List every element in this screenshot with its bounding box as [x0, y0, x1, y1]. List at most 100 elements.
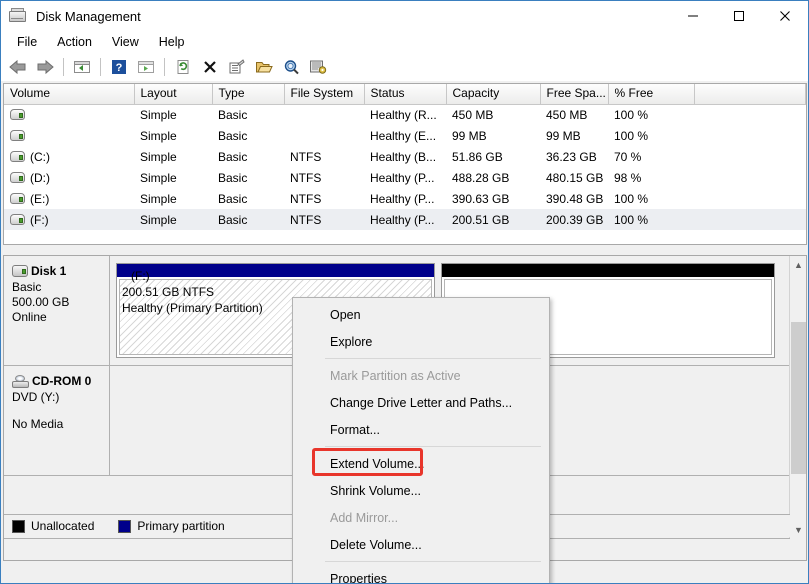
rescan-disks-icon[interactable] — [170, 55, 196, 79]
disk-header-cdrom-0[interactable]: CD-ROM 0 DVD (Y:) No Media — [4, 366, 110, 475]
legend-item-primary-partition: Primary partition — [118, 519, 224, 533]
forward-icon[interactable] — [32, 55, 58, 79]
cell-percent-free: 98 % — [608, 167, 694, 188]
disk-type: Basic — [12, 280, 109, 295]
svg-text:?: ? — [116, 62, 123, 74]
context-menu-item-explore[interactable]: Explore — [293, 328, 549, 355]
context-menu-item-properties[interactable]: Properties — [293, 565, 549, 584]
help-icon[interactable]: ? — [106, 55, 132, 79]
cell-percent-free: 100 % — [608, 125, 694, 146]
column-header-status[interactable]: Status — [364, 84, 446, 104]
cell-percent-free: 100 % — [608, 188, 694, 209]
volume-list[interactable]: Volume Layout Type File System Status Ca… — [3, 83, 807, 245]
table-row[interactable]: (C:) Simple Basic NTFS Healthy (B... 51.… — [4, 146, 806, 167]
legend-item-unallocated: Unallocated — [12, 519, 94, 533]
open-icon[interactable] — [251, 55, 277, 79]
disk-type: DVD (Y:) — [12, 390, 109, 405]
disk-header-disk-1[interactable]: Disk 1 Basic 500.00 GB Online — [4, 256, 110, 365]
table-row[interactable]: (D:) Simple Basic NTFS Healthy (P... 488… — [4, 167, 806, 188]
context-menu-item-extend-volume[interactable]: Extend Volume... — [293, 450, 549, 477]
column-header-empty[interactable] — [694, 84, 806, 104]
context-menu-item-extend-volume-label: Extend Volume... — [330, 457, 425, 471]
cell-type: Basic — [212, 104, 284, 125]
column-header-capacity[interactable]: Capacity — [446, 84, 540, 104]
delete-icon[interactable] — [197, 55, 223, 79]
cell-percent-free: 100 % — [608, 104, 694, 125]
column-header-type[interactable]: Type — [212, 84, 284, 104]
table-row[interactable]: Simple Basic Healthy (R... 450 MB 450 MB… — [4, 104, 806, 125]
cell-file-system — [284, 104, 364, 125]
show-hide-console-tree-icon[interactable] — [69, 55, 95, 79]
cell-layout: Simple — [134, 146, 212, 167]
table-row[interactable]: (F:) Simple Basic NTFS Healthy (P... 200… — [4, 209, 806, 230]
table-row[interactable]: (E:) Simple Basic NTFS Healthy (P... 390… — [4, 188, 806, 209]
context-menu-separator — [325, 561, 541, 562]
scrollbar-thumb[interactable] — [791, 322, 806, 474]
legend-label-primary-partition: Primary partition — [137, 519, 224, 533]
cell-percent-free: 70 % — [608, 146, 694, 167]
menu-view[interactable]: View — [102, 33, 149, 51]
partition-size-fs: 200.51 GB NTFS — [122, 284, 263, 300]
context-menu-item-shrink-volume[interactable]: Shrink Volume... — [293, 477, 549, 504]
menu-help[interactable]: Help — [149, 33, 195, 51]
cd-rom-icon — [12, 375, 29, 388]
legend-label-unallocated: Unallocated — [31, 519, 94, 533]
cell-volume: (F:) — [4, 209, 134, 230]
column-header-layout[interactable]: Layout — [134, 84, 212, 104]
toolbar-separator — [63, 58, 64, 76]
cell-file-system — [284, 125, 364, 146]
cell-type: Basic — [212, 188, 284, 209]
volume-label: (F:) — [30, 213, 49, 227]
context-menu-item-mark-partition-as-active: Mark Partition as Active — [293, 362, 549, 389]
cell-file-system: NTFS — [284, 146, 364, 167]
column-header-volume[interactable]: Volume — [4, 84, 134, 104]
table-row[interactable]: Simple Basic Healthy (E... 99 MB 99 MB 1… — [4, 125, 806, 146]
maximize-button[interactable] — [716, 1, 762, 31]
pane-splitter[interactable] — [3, 247, 807, 255]
volume-label: (D:) — [30, 171, 50, 185]
menu-action[interactable]: Action — [47, 33, 102, 51]
cell-layout: Simple — [134, 125, 212, 146]
properties-icon[interactable] — [224, 55, 250, 79]
disk-management-window: Disk Management File Action View Help — [0, 0, 809, 584]
chevron-down-icon[interactable]: ▼ — [790, 521, 807, 538]
drive-icon — [10, 109, 25, 120]
menu-file[interactable]: File — [7, 33, 47, 51]
cell-volume: (E:) — [4, 188, 134, 209]
volume-table: Volume Layout Type File System Status Ca… — [4, 84, 806, 230]
close-button[interactable] — [762, 1, 808, 31]
context-menu-item-format[interactable]: Format... — [293, 416, 549, 443]
cell-layout: Simple — [134, 104, 212, 125]
cell-layout: Simple — [134, 188, 212, 209]
cell-free-space: 450 MB — [540, 104, 608, 125]
cell-status: Healthy (P... — [364, 167, 446, 188]
cell-capacity: 200.51 GB — [446, 209, 540, 230]
show-hide-action-pane-icon[interactable] — [133, 55, 159, 79]
chevron-up-icon[interactable]: ▲ — [790, 256, 807, 273]
legend-swatch-unallocated — [12, 520, 25, 533]
context-menu-item-open[interactable]: Open — [293, 301, 549, 328]
context-menu-item-delete-volume[interactable]: Delete Volume... — [293, 531, 549, 558]
cell-volume — [4, 125, 134, 146]
cell-capacity: 99 MB — [446, 125, 540, 146]
explore-icon[interactable] — [278, 55, 304, 79]
context-menu-item-change-drive-letter-and-paths[interactable]: Change Drive Letter and Paths... — [293, 389, 549, 416]
cell-free-space: 200.39 GB — [540, 209, 608, 230]
cell-status: Healthy (B... — [364, 146, 446, 167]
all-tasks-icon[interactable] — [305, 55, 331, 79]
column-header-free-space[interactable]: Free Spa... — [540, 84, 608, 104]
cell-capacity: 390.63 GB — [446, 188, 540, 209]
cell-empty — [694, 209, 806, 230]
volume-label: (C:) — [30, 150, 50, 164]
minimize-button[interactable] — [670, 1, 716, 31]
column-header-percent-free[interactable]: % Free — [608, 84, 694, 104]
cell-free-space: 36.23 GB — [540, 146, 608, 167]
cell-empty — [694, 125, 806, 146]
disk-pane-scrollbar[interactable]: ▲ ▼ — [789, 256, 806, 538]
cell-volume: (C:) — [4, 146, 134, 167]
disk-size: 500.00 GB — [12, 295, 109, 310]
cell-type: Basic — [212, 125, 284, 146]
disk-drive-icon — [12, 265, 28, 277]
back-icon[interactable] — [5, 55, 31, 79]
column-header-file-system[interactable]: File System — [284, 84, 364, 104]
